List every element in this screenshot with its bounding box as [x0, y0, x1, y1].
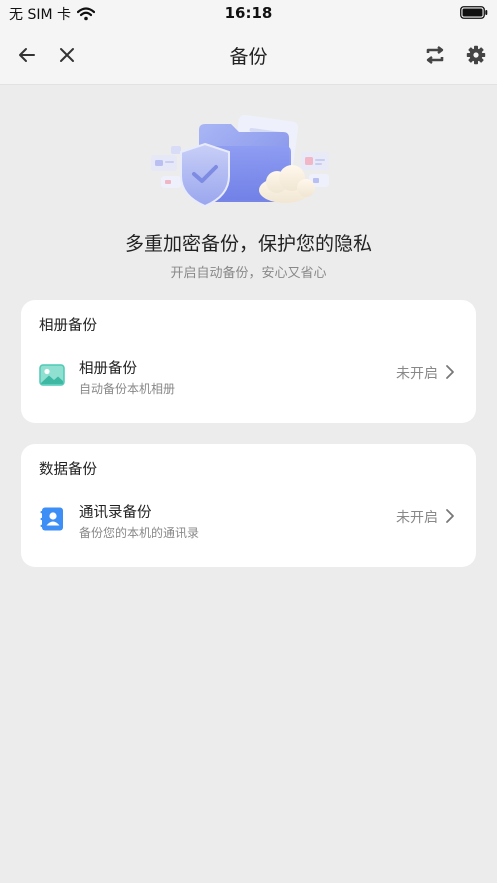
contacts-icon — [40, 507, 63, 531]
contacts-backup-row[interactable]: 通讯录备份 备份您的本机的通讯录 未开启 — [21, 492, 476, 554]
hero-subtitle: 开启自动备份，安心又省心 — [170, 266, 327, 281]
status-time: 16:18 — [224, 4, 273, 22]
backup-illustration — [151, 114, 329, 208]
image-icon — [39, 364, 65, 386]
contacts-backup-status: 未开启 — [396, 510, 438, 526]
status-bar: 无 SIM 卡 16:18 — [0, 0, 497, 26]
nav-bar: 备份 — [0, 26, 497, 85]
hero-title: 多重加密备份，保护您的隐私 — [124, 233, 372, 255]
contacts-backup-title: 通讯录备份 — [79, 505, 152, 521]
settings-button[interactable] — [461, 40, 491, 70]
chevron-right-icon — [446, 365, 454, 379]
switch-button[interactable] — [420, 40, 450, 70]
album-backup-description: 自动备份本机相册 — [79, 382, 176, 396]
gear-icon — [466, 45, 486, 65]
album-backup-status: 未开启 — [396, 366, 438, 382]
section-title: 相册备份 — [39, 318, 97, 334]
data-backup-card: 数据备份 通讯录备份 备份您的本机的通讯录 未开启 — [21, 444, 476, 567]
album-backup-title: 相册备份 — [79, 361, 137, 377]
album-backup-row[interactable]: 相册备份 自动备份本机相册 未开启 — [21, 348, 476, 410]
album-backup-card: 相册备份 相册备份 自动备份本机相册 未开启 — [21, 300, 476, 423]
chevron-right-icon — [446, 509, 454, 523]
battery-icon — [460, 6, 488, 19]
contacts-backup-description: 备份您的本机的通讯录 — [79, 526, 200, 540]
section-title: 数据备份 — [39, 462, 97, 478]
swap-icon — [426, 46, 444, 64]
